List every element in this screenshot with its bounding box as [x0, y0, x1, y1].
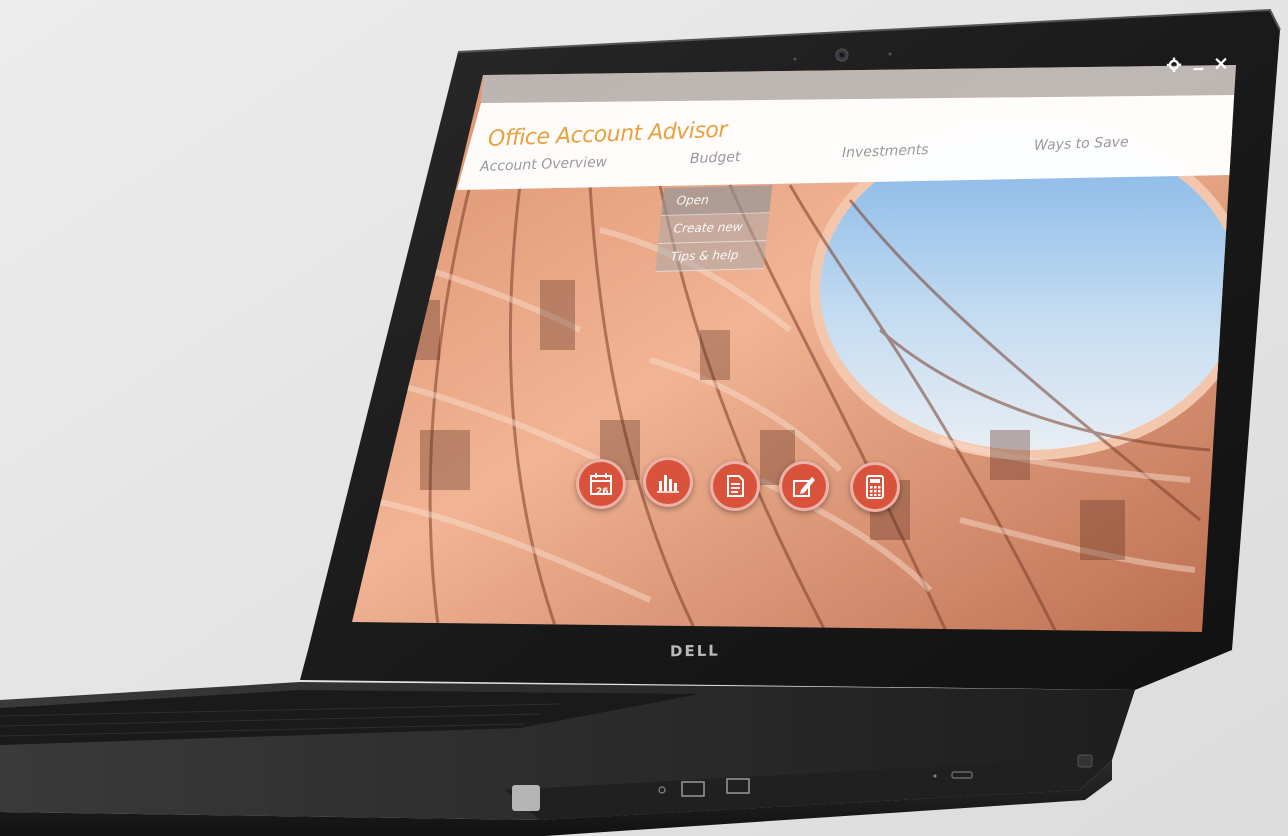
edit-button[interactable]: [779, 461, 829, 511]
edit-icon: [793, 477, 815, 497]
bar-chart-icon: [657, 475, 679, 493]
budget-dropdown-menu: Open Create new Tips & help: [655, 185, 773, 272]
nav-budget[interactable]: Budget: [690, 149, 740, 167]
calculator-button[interactable]: [850, 462, 900, 512]
document-button[interactable]: [710, 461, 760, 511]
calculator-icon: [866, 475, 884, 499]
menu-item-tips-help[interactable]: Tips & help: [655, 241, 767, 272]
nav-account-overview[interactable]: Account Overview: [480, 154, 607, 175]
nav-ways-to-save[interactable]: Ways to Save: [1034, 134, 1129, 154]
menu-item-create-new[interactable]: Create new: [658, 213, 770, 244]
calendar-day: 26: [596, 487, 609, 497]
bar-chart-button[interactable]: [643, 457, 693, 507]
calendar-button[interactable]: 26: [576, 459, 626, 509]
menu-item-open[interactable]: Open: [661, 185, 773, 216]
nav-investments[interactable]: Investments: [842, 142, 929, 161]
app-title: Office Account Advisor: [488, 117, 727, 152]
close-icon[interactable]: [1210, 51, 1232, 76]
document-icon: [727, 475, 744, 497]
